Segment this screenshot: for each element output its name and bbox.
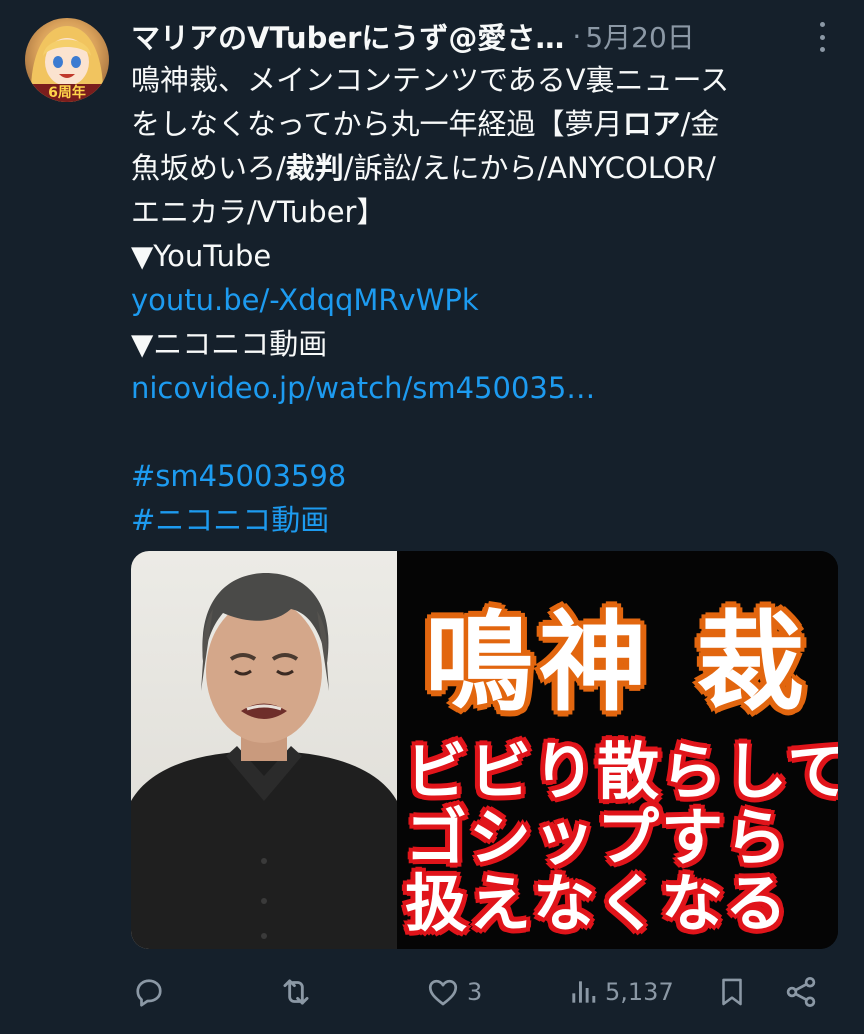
post-text-line: 鳴神裁、メインコンテンツであるV裏ニュース <box>131 58 831 102</box>
like-count: 3 <box>467 978 483 1006</box>
post-date[interactable]: 5月20日 <box>585 16 694 56</box>
post-media-image[interactable]: 鳴神 裁 ビビり散らして ゴシップすら 扱えなくなる <box>131 551 838 949</box>
action-bar: 3 5,137 <box>131 968 831 1016</box>
post-text-line: #sm45003598 <box>131 454 831 498</box>
thumbnail-subtitle-line: ビビり散らして <box>405 735 838 808</box>
post-text-segment: 鳴神裁、メインコンテンツであるV裏ニュース <box>131 63 730 97</box>
post-text-line: youtu.be/-XdqqMRvWPk <box>131 278 831 322</box>
more-options-icon[interactable] <box>808 22 836 52</box>
tweet: 6周年 マリアのVTuberにうず@愛さ… · 5月20日 鳴神裁、メインコンテ… <box>0 0 864 1034</box>
like-button[interactable]: 3 <box>425 968 482 1016</box>
post-text-segment: をしなくなってから丸一年経過【夢月 <box>131 107 623 141</box>
url-link[interactable]: youtu.be/-XdqqMRvWPk <box>131 283 479 317</box>
hashtag-link[interactable]: #ニコニコ動画 <box>131 503 329 537</box>
share-button[interactable] <box>783 968 819 1016</box>
post-text-line: nicovideo.jp/watch/sm450035… <box>131 366 831 410</box>
avatar-badge: 6周年 <box>48 85 86 101</box>
post-text-line: エニカラ/VTuber】 <box>131 190 831 234</box>
heart-icon <box>428 979 458 1006</box>
post-text-line: ▼YouTube <box>131 234 831 278</box>
post-text-segment: 魚坂めいろ/ <box>131 151 286 185</box>
share-icon <box>786 977 816 1007</box>
views-count: 5,137 <box>605 978 674 1006</box>
post-text-segment: 裁判 <box>285 151 344 185</box>
crying-man-illustration <box>131 573 397 949</box>
thumbnail-text-panel: 鳴神 裁 ビビり散らして ゴシップすら 扱えなくなる <box>397 551 838 949</box>
post-text-segment: /訴訟/えにから/ANYCOLOR/ <box>343 151 716 185</box>
post-text-line: をしなくなってから丸一年経過【夢月ロア/金 <box>131 102 831 146</box>
post-text-line: 魚坂めいろ/裁判/訴訟/えにから/ANYCOLOR/ <box>131 146 831 190</box>
header-separator: · <box>572 19 582 53</box>
post-text-segment: /金 <box>680 107 720 141</box>
reply-icon <box>136 979 162 1007</box>
post-text-line: ▼ニコニコ動画 <box>131 322 831 366</box>
repost-button[interactable] <box>277 968 315 1016</box>
views-button[interactable]: 5,137 <box>567 968 674 1016</box>
post-text-line: #ニコニコ動画 <box>131 498 831 542</box>
post-text-segment: エニカラ/VTuber】 <box>131 195 386 229</box>
post-text: 鳴神裁、メインコンテンツであるV裏ニュース をしなくなってから丸一年経過【夢月ロア… <box>131 58 831 542</box>
thumbnail-title: 鳴神 裁 <box>424 601 811 726</box>
reply-button[interactable] <box>131 968 167 1016</box>
post-header: マリアのVTuberにうず@愛さ… · 5月20日 <box>131 14 831 58</box>
post-text-segment: ロア <box>622 107 681 141</box>
hashtag-link[interactable]: #sm45003598 <box>131 459 346 493</box>
thumbnail-subtitle-line: ゴシップすら <box>405 801 790 874</box>
avatar[interactable]: 6周年 <box>25 18 109 102</box>
post-text-segment: ▼ニコニコ動画 <box>131 327 328 361</box>
bookmark-button[interactable] <box>715 968 749 1016</box>
crying-man-photo <box>131 551 397 949</box>
thumbnail-subtitle-line: 扱えなくなる <box>405 867 790 940</box>
bookmark-icon <box>722 978 742 1006</box>
repost-icon <box>283 979 309 1005</box>
author-display-name[interactable]: マリアのVTuberにうず@愛さ… <box>131 15 564 57</box>
post-text-segment: ▼YouTube <box>131 239 272 273</box>
views-icon <box>572 981 596 1003</box>
url-link[interactable]: nicovideo.jp/watch/sm450035… <box>131 371 595 405</box>
